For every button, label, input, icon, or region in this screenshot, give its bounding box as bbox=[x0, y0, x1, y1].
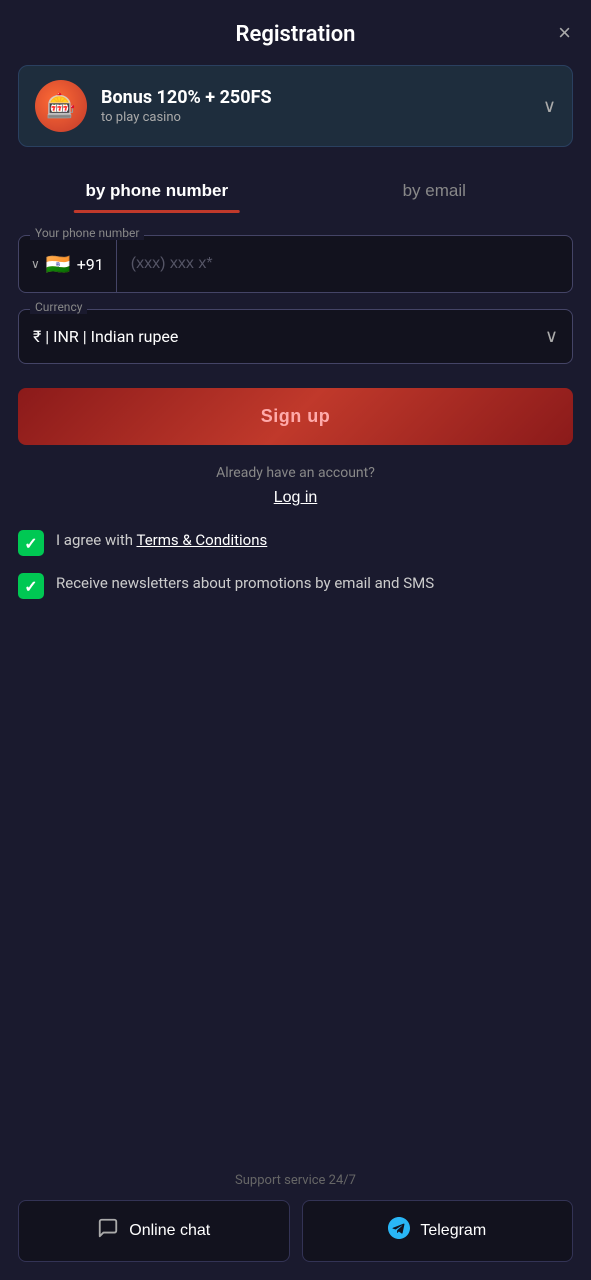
phone-label: Your phone number bbox=[30, 226, 144, 240]
country-code: +91 bbox=[77, 255, 104, 274]
already-have-account-text: Already have an account? bbox=[18, 465, 573, 481]
phone-input-group: Your phone number ∨ 🇮🇳 +91 bbox=[18, 235, 573, 293]
check-icon: ✓ bbox=[24, 577, 37, 596]
terms-checkbox-item: ✓ I agree with Terms & Conditions bbox=[18, 529, 573, 556]
currency-chevron-icon: ∨ bbox=[545, 326, 558, 347]
checkbox-section: ✓ I agree with Terms & Conditions ✓ Rece… bbox=[0, 511, 591, 599]
currency-selector[interactable]: ₹ | INR | Indian rupee ∨ bbox=[18, 309, 573, 364]
bonus-text: Bonus 120% + 250FS to play casino bbox=[101, 87, 529, 125]
check-icon: ✓ bbox=[24, 534, 37, 553]
bonus-title: Bonus 120% + 250FS bbox=[101, 87, 529, 108]
bonus-chevron-icon: ∨ bbox=[543, 96, 556, 117]
newsletter-label: Receive newsletters about promotions by … bbox=[56, 572, 434, 595]
close-button[interactable]: × bbox=[558, 22, 571, 44]
online-chat-button[interactable]: Online chat bbox=[18, 1200, 290, 1262]
tab-email[interactable]: by email bbox=[296, 169, 574, 213]
terms-label: I agree with Terms & Conditions bbox=[56, 529, 267, 552]
signup-button[interactable]: Sign up bbox=[18, 388, 573, 445]
telegram-button[interactable]: Telegram bbox=[302, 1200, 574, 1262]
phone-input[interactable] bbox=[117, 239, 572, 289]
chat-icon bbox=[97, 1217, 119, 1245]
tab-phone[interactable]: by phone number bbox=[18, 169, 296, 213]
online-chat-label: Online chat bbox=[129, 1222, 210, 1240]
bonus-banner[interactable]: 🎰 Bonus 120% + 250FS to play casino ∨ bbox=[18, 65, 573, 147]
phone-input-wrapper: ∨ 🇮🇳 +91 bbox=[18, 235, 573, 293]
login-section: Already have an account? Log in bbox=[18, 465, 573, 507]
telegram-label: Telegram bbox=[420, 1222, 486, 1240]
bonus-subtitle: to play casino bbox=[101, 110, 529, 125]
support-buttons: Online chat Telegram bbox=[18, 1200, 573, 1262]
country-chevron-icon: ∨ bbox=[31, 257, 40, 271]
currency-value: ₹ | INR | Indian rupee bbox=[33, 327, 545, 346]
country-selector[interactable]: ∨ 🇮🇳 +91 bbox=[19, 236, 117, 292]
login-button[interactable]: Log in bbox=[274, 489, 318, 507]
support-label: Support service 24/7 bbox=[18, 1173, 573, 1188]
currency-input-group: Currency ₹ | INR | Indian rupee ∨ bbox=[18, 309, 573, 364]
flag-icon: 🇮🇳 bbox=[46, 252, 71, 276]
page-title: Registration bbox=[236, 22, 356, 47]
registration-form: Your phone number ∨ 🇮🇳 +91 Currency ₹ | … bbox=[0, 235, 591, 507]
bonus-icon: 🎰 bbox=[35, 80, 87, 132]
newsletter-checkbox-item: ✓ Receive newsletters about promotions b… bbox=[18, 572, 573, 599]
telegram-icon bbox=[388, 1217, 410, 1245]
terms-checkbox[interactable]: ✓ bbox=[18, 530, 44, 556]
newsletter-checkbox[interactable]: ✓ bbox=[18, 573, 44, 599]
support-section: Support service 24/7 Online chat Telegra… bbox=[0, 1173, 591, 1280]
terms-link[interactable]: Terms & Conditions bbox=[136, 531, 267, 549]
currency-label: Currency bbox=[30, 300, 87, 314]
registration-tabs: by phone number by email bbox=[0, 169, 591, 213]
modal-header: Registration × bbox=[0, 0, 591, 65]
